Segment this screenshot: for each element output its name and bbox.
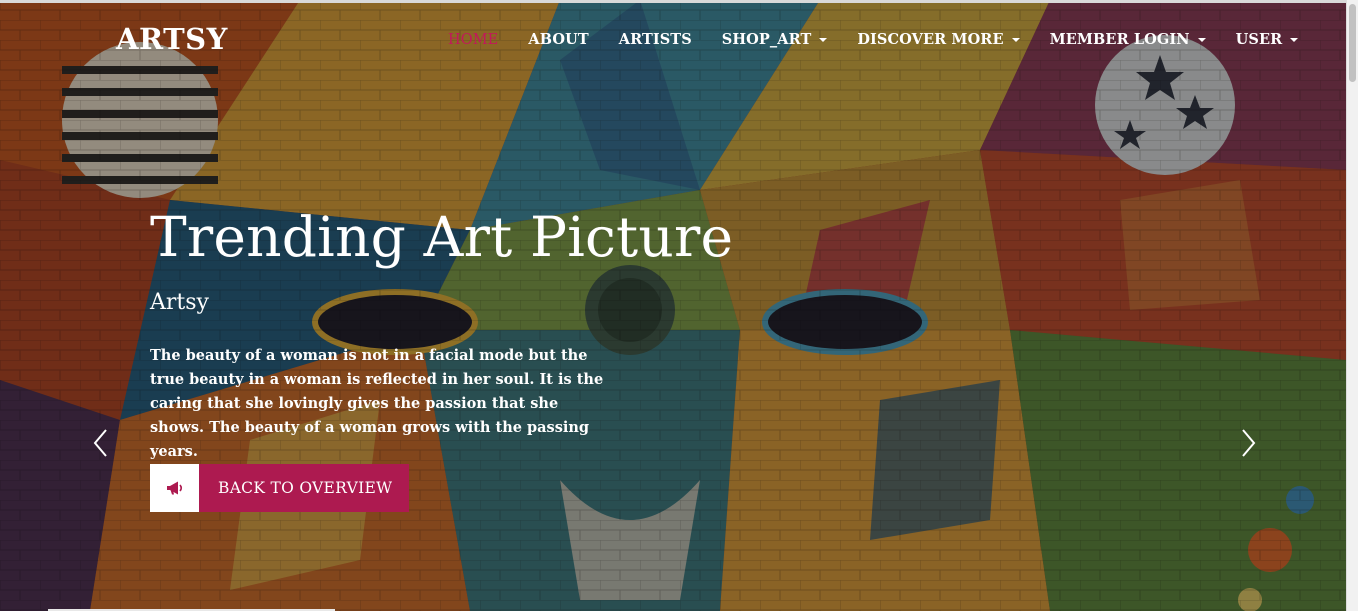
nav-item-shop-art[interactable]: SHOP_ART [722,31,828,48]
nav-item-discover-more[interactable]: DISCOVER MORE [857,31,1020,48]
top-edge [0,0,1358,3]
caret-down-icon [1011,37,1020,42]
nav-item-label: ARTISTS [618,31,692,48]
caret-down-icon [819,37,828,42]
hero-description: The beauty of a woman is not in a facial… [150,347,604,460]
caret-down-icon [1197,37,1206,42]
nav-item-label: USER [1235,31,1283,48]
nav-item-about[interactable]: ABOUT [528,31,588,48]
carousel-next-button[interactable] [1236,426,1260,460]
nav-item-artists[interactable]: ARTISTS [619,31,692,48]
page-scrollbar[interactable] [1346,0,1358,611]
megaphone-icon [166,481,182,495]
chevron-right-icon [1242,429,1256,457]
cta-icon-box [150,464,199,512]
nav-item-label: HOME [448,31,499,48]
chevron-left-icon [93,429,107,457]
nav-item-label: SHOP_ART [721,31,812,48]
cta-label: BACK TO OVERVIEW [199,464,410,512]
carousel-prev-button[interactable] [89,426,113,460]
nav-item-user[interactable]: USER [1236,31,1299,48]
hero-title: Trending Art Picture [150,205,734,269]
brand-logo[interactable]: ARTSY [116,22,228,56]
main-nav: HOME ABOUT ARTISTS SHOP_ART DISCOVER MOR… [448,31,1299,48]
nav-item-member-login[interactable]: MEMBER LOGIN [1050,31,1206,48]
caret-down-icon [1290,37,1299,42]
nav-item-home[interactable]: HOME [448,32,498,48]
hero-subtitle: Artsy [150,290,209,315]
nav-item-label: MEMBER LOGIN [1049,31,1190,48]
scrollbar-thumb[interactable] [1349,4,1356,82]
nav-item-label: DISCOVER MORE [857,31,1004,48]
page: ARTSY HOME ABOUT ARTISTS SHOP_ART DISCOV… [0,0,1358,611]
nav-item-label: ABOUT [528,31,589,48]
back-to-overview-button[interactable]: BACK TO OVERVIEW [150,464,410,512]
